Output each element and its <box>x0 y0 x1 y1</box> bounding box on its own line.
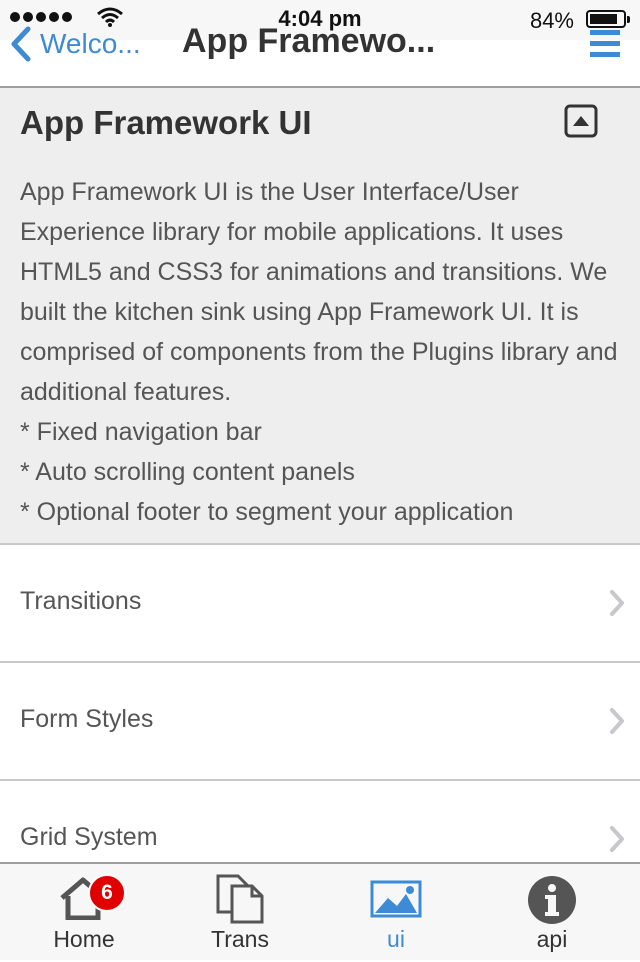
panel-title: App Framework UI <box>20 104 312 141</box>
panel-bullet: * Fixed navigation bar <box>20 418 262 446</box>
nav-header: Welco... App Framewo... <box>0 0 640 88</box>
documents-icon <box>216 874 264 924</box>
tab-trans[interactable]: Trans <box>160 864 320 962</box>
back-label: Welco... <box>40 28 141 59</box>
chevron-right-icon <box>610 708 624 734</box>
back-button[interactable]: Welco... <box>10 24 141 64</box>
image-icon <box>370 880 422 918</box>
tab-label: api <box>536 926 568 952</box>
panel-bullet: * Optional footer to segment your applic… <box>20 498 514 526</box>
menu-button[interactable] <box>590 30 620 63</box>
list-item-transitions[interactable]: Transitions <box>0 545 640 663</box>
chevron-right-icon <box>610 826 624 852</box>
chevron-left-icon <box>11 26 31 62</box>
menu-icon <box>590 30 620 35</box>
list-item-label: Transitions <box>20 587 142 615</box>
page-title: App Framewo... <box>182 22 436 60</box>
panel-body: App Framework UI is the User Interface/U… <box>20 172 620 532</box>
tab-bar: 6 Home Trans ui api <box>0 862 640 960</box>
list-item-form-styles[interactable]: Form Styles <box>0 663 640 781</box>
notification-badge: 6 <box>88 874 126 912</box>
panel-bullet: * Auto scrolling content panels <box>20 458 355 486</box>
tab-home[interactable]: 6 Home <box>4 864 164 962</box>
tab-label: Trans <box>211 926 269 952</box>
info-icon <box>528 876 576 924</box>
tab-label: ui <box>387 926 405 952</box>
tab-ui[interactable]: ui <box>316 864 476 962</box>
tab-label: Home <box>53 926 115 952</box>
tab-api[interactable]: api <box>472 864 632 962</box>
list-item-label: Grid System <box>20 823 158 851</box>
info-panel: App Framework UI App Framework UI is the… <box>0 88 640 545</box>
panel-paragraph: App Framework UI is the User Interface/U… <box>20 178 618 406</box>
list-item-label: Form Styles <box>20 705 154 733</box>
chevron-right-icon <box>610 590 624 616</box>
collapse-icon[interactable] <box>564 104 598 138</box>
